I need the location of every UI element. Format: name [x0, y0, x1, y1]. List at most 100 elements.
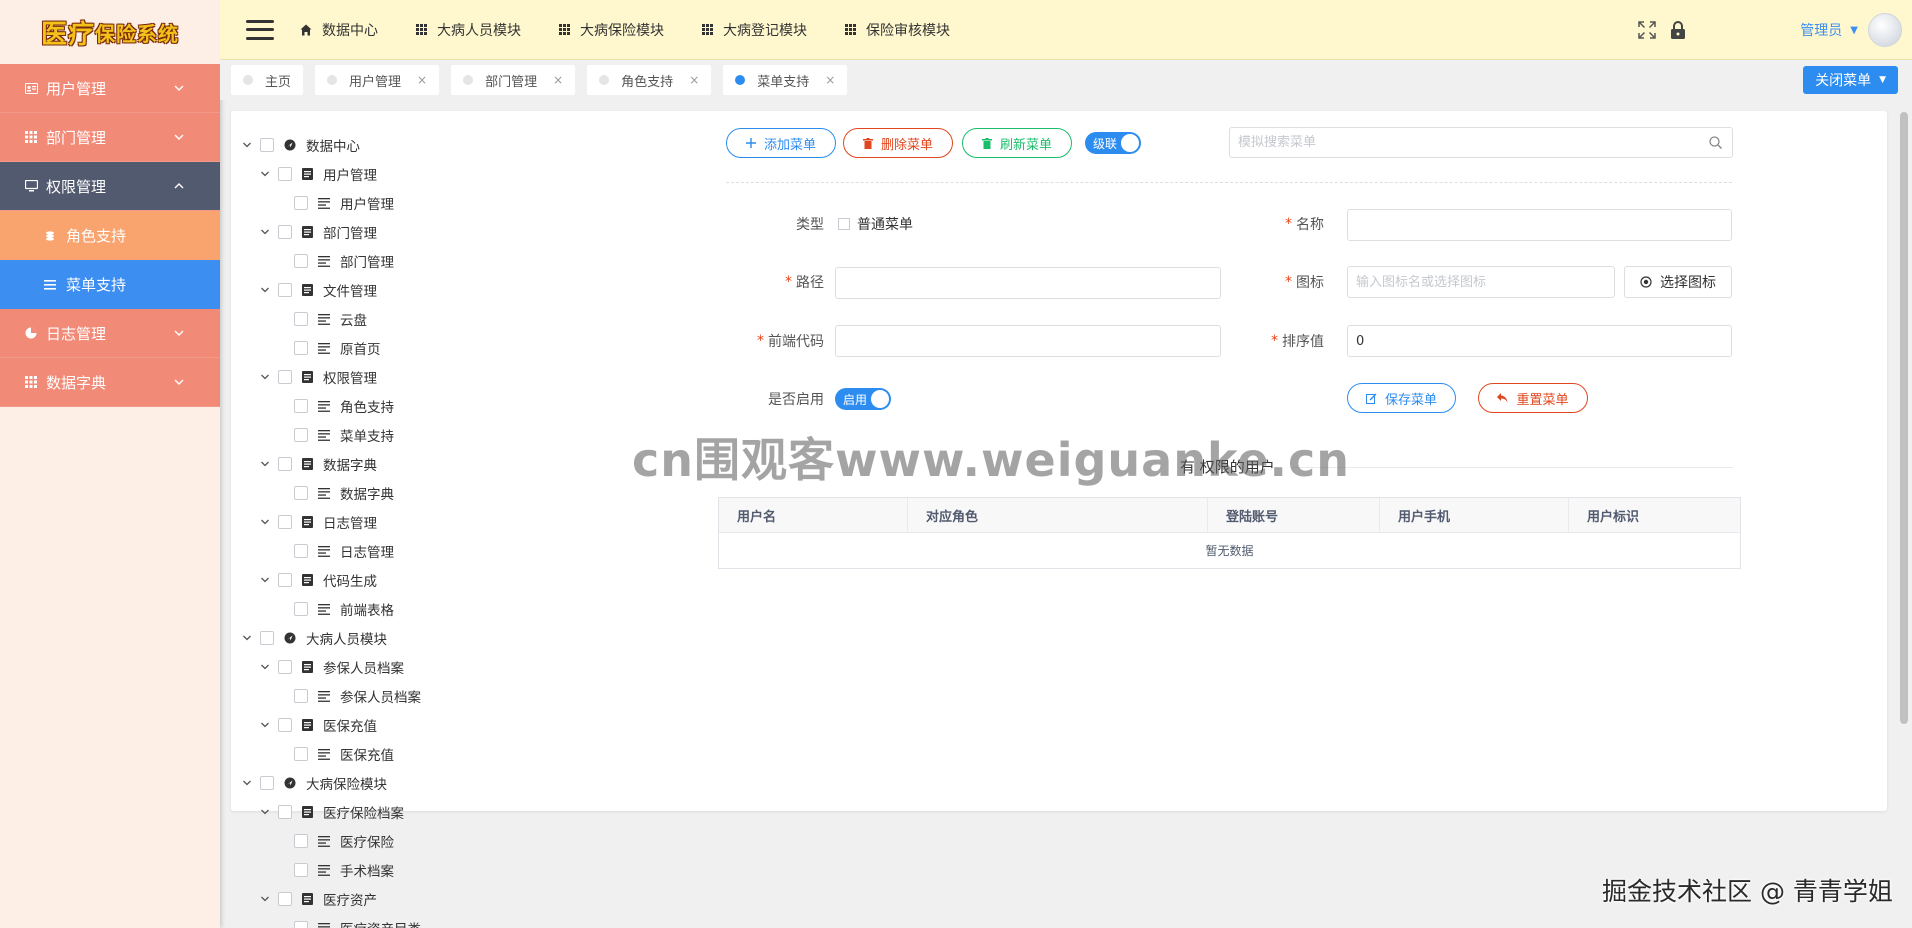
- save-menu-button[interactable]: 保存菜单: [1347, 383, 1456, 413]
- column-phone[interactable]: 用户手机: [1380, 498, 1569, 532]
- tree-checkbox[interactable]: [294, 834, 308, 848]
- close-icon[interactable]: ×: [417, 73, 427, 87]
- tree-checkbox[interactable]: [260, 631, 274, 645]
- chevron-down-icon[interactable]: [240, 140, 254, 150]
- chevron-down-icon[interactable]: [258, 575, 272, 585]
- tree-checkbox[interactable]: [294, 689, 308, 703]
- tab-menu-support[interactable]: 菜单支持 ×: [723, 65, 848, 95]
- chevron-down-icon[interactable]: [258, 662, 272, 672]
- nav-major-illness-registration[interactable]: 大病登记模块: [702, 20, 807, 40]
- close-icon[interactable]: ×: [825, 73, 835, 87]
- tree-node[interactable]: 日志管理: [258, 512, 377, 532]
- tree-checkbox[interactable]: [260, 138, 274, 152]
- chevron-down-icon[interactable]: [258, 517, 272, 527]
- close-icon[interactable]: ×: [689, 73, 699, 87]
- tree-node[interactable]: 原首页: [294, 338, 381, 358]
- menu-toggle-icon[interactable]: [246, 19, 274, 40]
- tree-checkbox[interactable]: [278, 660, 292, 674]
- refresh-menu-button[interactable]: 刷新菜单: [962, 128, 1072, 158]
- chevron-down-icon[interactable]: [258, 227, 272, 237]
- chevron-down-icon[interactable]: [240, 778, 254, 788]
- sidebar-item-users[interactable]: 用户管理: [0, 64, 220, 113]
- tree-checkbox[interactable]: [278, 457, 292, 471]
- tree-node[interactable]: 数据字典: [258, 454, 377, 474]
- avatar[interactable]: [1868, 13, 1902, 47]
- tree-node[interactable]: 部门管理: [294, 251, 394, 271]
- nav-data-center[interactable]: 数据中心: [300, 20, 378, 40]
- chevron-down-icon[interactable]: [258, 807, 272, 817]
- search-icon[interactable]: [1709, 136, 1722, 149]
- sidebar-item-logs[interactable]: 日志管理: [0, 309, 220, 358]
- tree-node[interactable]: 大病人员模块: [240, 628, 387, 648]
- name-field[interactable]: [1347, 209, 1732, 241]
- tab-department-management[interactable]: 部门管理 ×: [451, 65, 576, 95]
- fullscreen-icon[interactable]: [1638, 21, 1657, 39]
- tree-node[interactable]: 用户管理: [258, 164, 377, 184]
- tree-node[interactable]: 云盘: [294, 309, 367, 329]
- select-icon-button[interactable]: 选择图标: [1624, 266, 1732, 298]
- user-menu[interactable]: 管理员 ▼: [1800, 20, 1858, 40]
- nav-insurance-review[interactable]: 保险审核模块: [845, 20, 950, 40]
- tree-checkbox[interactable]: [278, 892, 292, 906]
- chevron-down-icon[interactable]: [258, 894, 272, 904]
- checkbox[interactable]: [838, 218, 850, 230]
- tree-node[interactable]: 用户管理: [294, 193, 394, 213]
- chevron-down-icon[interactable]: [258, 372, 272, 382]
- tree-node[interactable]: 参保人员档案: [258, 657, 404, 677]
- tree-checkbox[interactable]: [278, 515, 292, 529]
- tree-checkbox[interactable]: [278, 805, 292, 819]
- nav-major-illness-insurance[interactable]: 大病保险模块: [559, 20, 664, 40]
- nav-major-illness-people[interactable]: 大病人员模块: [416, 20, 521, 40]
- tree-node[interactable]: 角色支持: [294, 396, 394, 416]
- sort-field[interactable]: [1347, 325, 1732, 357]
- type-option-normal[interactable]: 普通菜单: [838, 214, 913, 234]
- tree-checkbox[interactable]: [294, 921, 308, 928]
- tree-node[interactable]: 大病保险模块: [240, 773, 387, 793]
- tree-node[interactable]: 医保充值: [294, 744, 394, 764]
- tree-node[interactable]: 医疗资产: [258, 889, 377, 909]
- sidebar-item-permissions[interactable]: 权限管理: [0, 162, 220, 211]
- sidebar-item-role-support[interactable]: 角色支持: [0, 211, 220, 260]
- tree-checkbox[interactable]: [294, 747, 308, 761]
- sidebar-item-menu-support[interactable]: 菜单支持: [0, 260, 220, 309]
- chevron-down-icon[interactable]: [258, 285, 272, 295]
- path-field[interactable]: [835, 267, 1221, 299]
- column-user-id[interactable]: 用户标识: [1569, 498, 1740, 532]
- sidebar-item-dictionary[interactable]: 数据字典: [0, 358, 220, 407]
- tree-node[interactable]: 医疗保险档案: [258, 802, 404, 822]
- tab-role-support[interactable]: 角色支持 ×: [587, 65, 712, 95]
- tree-checkbox[interactable]: [278, 167, 292, 181]
- tree-node[interactable]: 医保充值: [258, 715, 377, 735]
- column-login-account[interactable]: 登陆账号: [1208, 498, 1380, 532]
- chevron-down-icon[interactable]: [240, 633, 254, 643]
- close-tabs-button[interactable]: 关闭菜单 ▼: [1803, 66, 1898, 94]
- chevron-down-icon[interactable]: [258, 459, 272, 469]
- sidebar-item-departments[interactable]: 部门管理: [0, 113, 220, 162]
- tree-node[interactable]: 数据字典: [294, 483, 394, 503]
- tree-checkbox[interactable]: [278, 718, 292, 732]
- tree-checkbox[interactable]: [294, 312, 308, 326]
- tree-node[interactable]: 医疗资产目类: [294, 918, 421, 928]
- scrollbar[interactable]: [1900, 112, 1908, 724]
- chevron-down-icon[interactable]: [258, 720, 272, 730]
- tree-checkbox[interactable]: [260, 776, 274, 790]
- search-input[interactable]: [1238, 135, 1709, 150]
- tree-checkbox[interactable]: [294, 341, 308, 355]
- tree-node[interactable]: 参保人员档案: [294, 686, 421, 706]
- tree-checkbox[interactable]: [278, 370, 292, 384]
- tree-node[interactable]: 手术档案: [294, 860, 394, 880]
- tree-node[interactable]: 前端表格: [294, 599, 394, 619]
- frontend-code-field[interactable]: [835, 325, 1221, 357]
- tree-checkbox[interactable]: [294, 196, 308, 210]
- tree-checkbox[interactable]: [278, 225, 292, 239]
- tab-user-management[interactable]: 用户管理 ×: [315, 65, 440, 95]
- tree-node[interactable]: 菜单支持: [294, 425, 394, 445]
- tree-checkbox[interactable]: [294, 428, 308, 442]
- reset-menu-button[interactable]: 重置菜单: [1478, 383, 1588, 413]
- tree-node[interactable]: 文件管理: [258, 280, 377, 300]
- tree-node[interactable]: 代码生成: [258, 570, 377, 590]
- tree-checkbox[interactable]: [278, 283, 292, 297]
- add-menu-button[interactable]: 添加菜单: [726, 128, 836, 158]
- chevron-down-icon[interactable]: [258, 169, 272, 179]
- tree-node[interactable]: 权限管理: [258, 367, 377, 387]
